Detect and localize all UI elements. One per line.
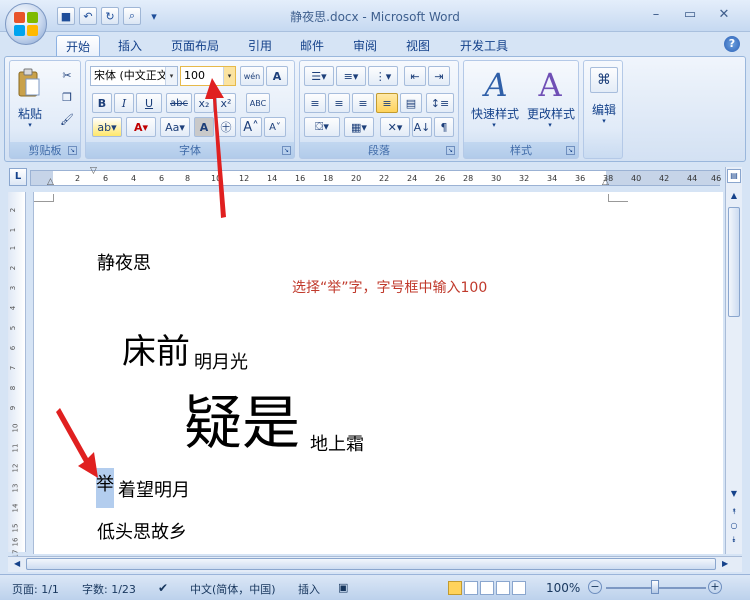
- scroll-down-icon[interactable]: ▼: [727, 487, 741, 501]
- arrow-down-icon: [56, 408, 98, 478]
- status-insert-mode[interactable]: 插入: [298, 581, 320, 597]
- print-layout-view-icon[interactable]: [448, 581, 462, 595]
- scroll-up-icon[interactable]: ▲: [727, 189, 741, 203]
- zoom-in-icon[interactable]: +: [708, 580, 722, 594]
- office-logo-icon: [14, 12, 38, 36]
- web-layout-icon[interactable]: [480, 581, 494, 595]
- status-page[interactable]: 页面: 1/1: [12, 581, 59, 597]
- status-zoom[interactable]: 100%: [546, 581, 580, 595]
- zoom-slider-thumb[interactable]: [651, 580, 659, 594]
- arrow-up-icon: [205, 78, 226, 218]
- draft-view-icon[interactable]: [512, 581, 526, 595]
- office-button[interactable]: [5, 3, 47, 45]
- ruler-toggle-icon[interactable]: ▤: [727, 169, 741, 183]
- status-word-count[interactable]: 字数: 1/23: [82, 581, 136, 597]
- next-page-icon[interactable]: ⯯: [727, 533, 741, 547]
- annotation-arrows: [56, 78, 226, 478]
- scroll-left-icon[interactable]: ◀: [14, 559, 20, 568]
- horizontal-scrollbar[interactable]: ◀ ▶: [8, 556, 742, 572]
- macro-record-icon[interactable]: ▣: [338, 581, 348, 594]
- select-browse-object-icon[interactable]: ○: [727, 519, 741, 533]
- status-language[interactable]: 中文(简体，中国): [190, 581, 276, 597]
- status-bar: 页面: 1/1 字数: 1/23 ✔ 中文(简体，中国) 插入 ▣ 100% −…: [0, 574, 750, 600]
- vertical-scroll-thumb[interactable]: [728, 207, 740, 317]
- vertical-scrollbar[interactable]: ▤ ▲ ▼ ⯭ ○ ⯯: [725, 167, 742, 554]
- zoom-out-icon[interactable]: −: [588, 580, 602, 594]
- full-screen-reading-icon[interactable]: [464, 581, 478, 595]
- previous-page-icon[interactable]: ⯭: [727, 505, 741, 519]
- scroll-right-icon[interactable]: ▶: [722, 559, 728, 568]
- proofing-icon[interactable]: ✔: [158, 581, 168, 595]
- outline-view-icon[interactable]: [496, 581, 510, 595]
- view-buttons: [448, 581, 526, 595]
- horizontal-scroll-thumb[interactable]: [26, 558, 716, 570]
